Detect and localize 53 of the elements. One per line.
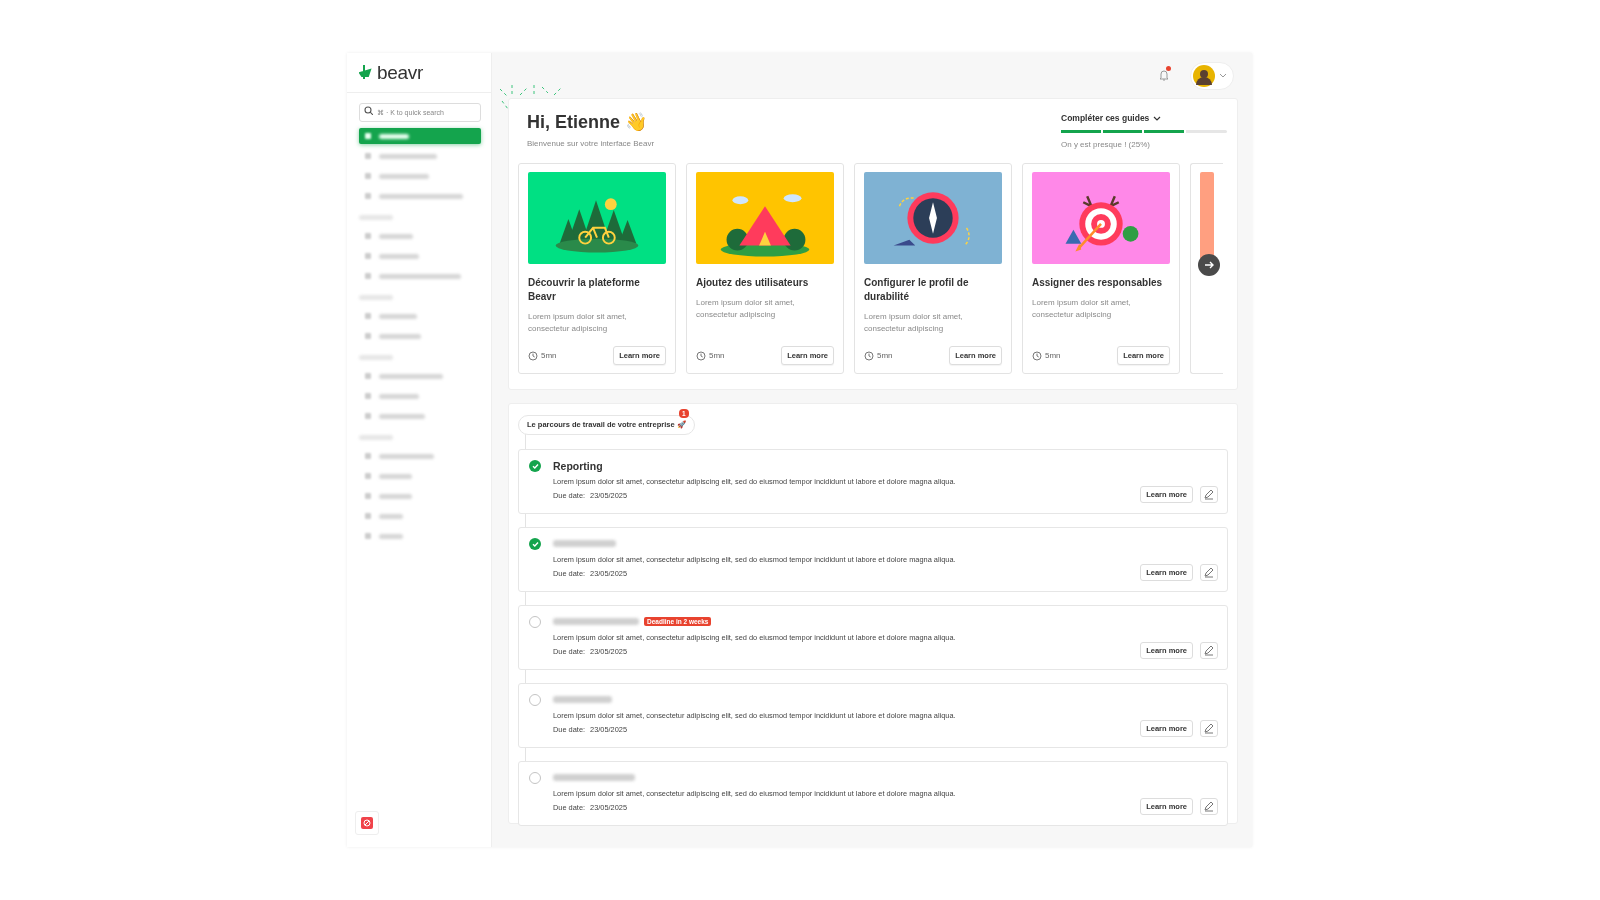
greeting-title: Hi, Etienne 👋	[527, 111, 648, 133]
tick-mark-icon	[530, 461, 540, 470]
card-title: Configurer le profil de durabilité	[864, 276, 970, 304]
duration-text: 5mn	[709, 351, 725, 360]
pencil-icon	[1202, 487, 1216, 501]
blurred-nav-item[interactable]	[359, 128, 481, 144]
check-icon[interactable]	[529, 459, 541, 472]
card-title: Ajoutez des utilisateurs	[696, 276, 810, 290]
pencil-icon	[1202, 643, 1216, 657]
avatar-icon	[1193, 64, 1215, 87]
clock-icon	[864, 350, 874, 361]
empty-circle-icon[interactable]	[529, 693, 541, 706]
brand-logo-text: beavr	[377, 61, 424, 84]
pencil-icon	[1202, 721, 1216, 735]
edit-button[interactable]	[1200, 797, 1218, 815]
card-description: Lorem ipsum dolor sit amet, consectetur adipiscing	[864, 311, 964, 335]
pencil-icon	[1202, 565, 1216, 579]
tick-mark-icon	[530, 539, 540, 548]
logo-mark-icon	[359, 64, 373, 81]
duration-text: 5mn	[541, 351, 557, 360]
edit-button[interactable]	[1200, 719, 1218, 737]
search-icon	[364, 106, 373, 115]
guides-dropdown[interactable]: Compléter ces guides	[1061, 113, 1227, 123]
progress-status: On y est presque ! (25%)	[1061, 140, 1151, 149]
clock-icon	[696, 350, 706, 361]
chevron-down-icon	[1153, 115, 1162, 121]
duration-text: 5mn	[1045, 351, 1061, 360]
step-title: Reporting	[553, 459, 603, 472]
guide-card-partial[interactable]	[1190, 163, 1223, 374]
empty-circle-icon[interactable]	[529, 615, 541, 628]
clock-icon	[528, 350, 538, 361]
bell-icon	[1158, 67, 1170, 81]
card-title: Assigner des responsables	[1032, 276, 1164, 290]
clock-icon	[1032, 350, 1042, 361]
duration-text: 5mn	[877, 351, 893, 360]
card-description: Lorem ipsum dolor sit amet, consectetur adipiscing	[528, 311, 628, 335]
card-title: Découvrir la plateforme Beavr	[528, 276, 641, 304]
blurred-step-title	[553, 696, 612, 703]
workspace-logo-icon	[361, 817, 373, 829]
empty-circle-icon[interactable]	[529, 771, 541, 784]
edit-button[interactable]	[1200, 641, 1218, 659]
card-description: Lorem ipsum dolor sit amet, consectetur adipiscing	[1032, 297, 1132, 321]
greeting-subtitle: Bienvenue sur votre interface Beavr	[527, 139, 655, 148]
edit-button[interactable]	[1200, 485, 1218, 503]
arrow-right-icon	[1203, 259, 1215, 271]
card-description: Lorem ipsum dolor sit amet, consectetur adipiscing	[696, 297, 796, 321]
pencil-icon	[1202, 799, 1216, 813]
workspace-switcher[interactable]	[355, 811, 379, 835]
edit-button[interactable]	[1200, 563, 1218, 581]
chevron-down-icon	[1219, 73, 1227, 78]
user-menu[interactable]	[1190, 61, 1234, 90]
blurred-step-title	[553, 540, 616, 547]
check-icon[interactable]	[529, 537, 541, 550]
